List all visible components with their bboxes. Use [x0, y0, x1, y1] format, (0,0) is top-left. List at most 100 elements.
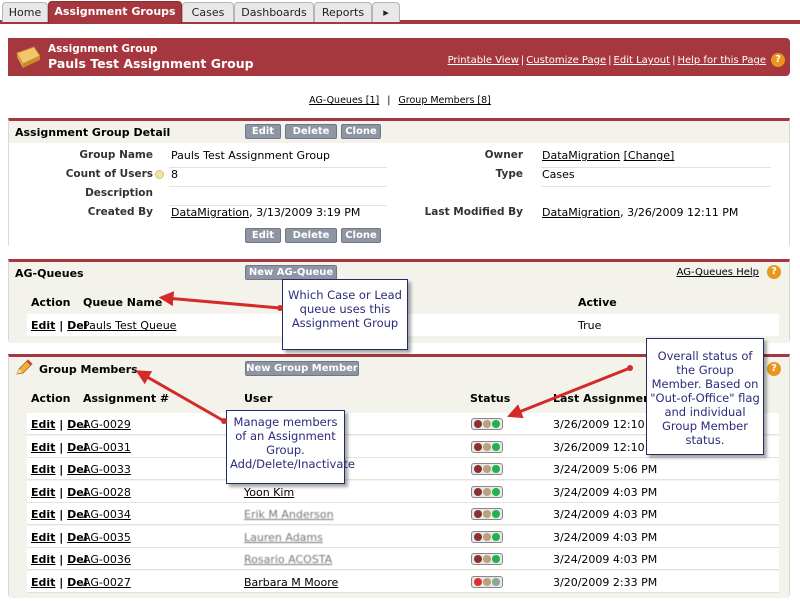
callout-queue: Which Case or Lead queue uses this Assig… [282, 279, 408, 350]
action-separator: | [59, 508, 64, 521]
status-light-red [474, 487, 482, 496]
member-user-link[interactable]: Erik M Anderson [244, 508, 334, 521]
ag-queues-help-link[interactable]: AG-Queues Help [677, 267, 759, 278]
member-user-link[interactable]: Lauren Adams [244, 531, 323, 544]
assignment-id-link[interactable]: AG-0035 [83, 531, 131, 544]
status-light-amber [483, 577, 491, 586]
status-light-green [492, 555, 500, 563]
edit-member-link[interactable]: Edit [31, 441, 55, 454]
status-indicator [471, 463, 503, 475]
last-assignment-value: 3/24/2009 4:03 PM [553, 485, 658, 499]
callout-members: Manage members of an Assignment Group. A… [226, 410, 355, 484]
tab-dashboards[interactable]: Dashboards [234, 2, 314, 22]
status-light-red [474, 510, 482, 518]
action-separator: | [59, 463, 64, 476]
ag-queues-link[interactable]: AG-Queues [1] [309, 95, 379, 106]
assignment-id-link[interactable]: AG-0031 [83, 441, 131, 454]
status-indicator [471, 575, 503, 588]
assignment-id-link[interactable]: AG-0028 [83, 486, 131, 499]
status-light-red [474, 555, 482, 563]
owner-label: Owner [484, 149, 523, 161]
new-group-member-button[interactable]: New Group Member [245, 361, 359, 376]
created-date: , 3/13/2009 3:19 PM [249, 206, 361, 219]
new-ag-queue-button[interactable]: New AG-Queue [245, 265, 337, 280]
group-name-value: Pauls Test Assignment Group [171, 149, 331, 162]
edit-member-link[interactable]: Edit [31, 531, 55, 544]
group-name-row: Group Name Pauls Test Assignment Group O… [9, 149, 789, 168]
edit-member-link[interactable]: Edit [31, 508, 55, 521]
edit-member-link[interactable]: Edit [31, 418, 55, 431]
action-separator: | [59, 553, 64, 566]
group-name-label: Group Name [79, 149, 153, 161]
page-header: Assignment Group Pauls Test Assignment G… [8, 38, 790, 76]
queue-name-link[interactable]: Pauls Test Queue [83, 319, 176, 332]
assignment-id-link[interactable]: AG-0027 [83, 576, 131, 589]
action-separator: | [59, 418, 64, 431]
count-row: Count of Users 8 Type Cases [9, 168, 789, 187]
nav-separator: | [387, 95, 391, 106]
edit-member-link[interactable]: Edit [31, 576, 55, 589]
status-indicator [471, 485, 503, 498]
created-by-label: Created By [87, 206, 153, 218]
tab-home[interactable]: Home [2, 2, 48, 22]
description-label: Description [85, 187, 153, 199]
assignment-id-link[interactable]: AG-0029 [83, 418, 131, 431]
status-light-red [474, 420, 482, 428]
object-type-label: Assignment Group [48, 43, 158, 55]
status-indicator [471, 418, 503, 430]
owner-change-link[interactable]: [Change] [624, 149, 675, 162]
owner-link[interactable]: DataMigration [542, 149, 620, 162]
last-modified-link[interactable]: DataMigration [542, 206, 620, 219]
edit-queue-link[interactable]: Edit [31, 319, 55, 332]
edit-member-link[interactable]: Edit [31, 486, 55, 499]
col-action: Action [31, 392, 71, 405]
status-light-green [492, 465, 500, 473]
clone-button[interactable]: Clone [341, 124, 381, 139]
status-light-green [492, 487, 500, 496]
count-value: 8 [171, 168, 178, 181]
created-by-link[interactable]: DataMigration [171, 206, 249, 219]
assignment-id-link[interactable]: AG-0033 [83, 463, 131, 476]
status-light-amber [483, 555, 491, 563]
last-assignment-value: 3/24/2009 5:06 PM [553, 463, 658, 476]
edit-button[interactable]: Edit [245, 124, 281, 139]
last-assignment-value: 3/20/2009 2:33 PM [553, 575, 658, 589]
table-row: Edit | Del AG-0028 Yoon Kim 3/24/2009 4:03 … [27, 480, 779, 503]
assignment-id-link[interactable]: AG-0036 [83, 553, 131, 566]
last-assignment-value: 3/24/2009 4:03 PM [553, 530, 658, 544]
edit-member-link[interactable]: Edit [31, 553, 55, 566]
help-icon[interactable]: ? [771, 53, 785, 67]
callout-status: Overall status of the Group Member. Base… [646, 338, 764, 455]
help-icon[interactable]: ? [767, 265, 781, 279]
delete-button-bottom[interactable]: Delete [285, 228, 337, 243]
status-light-amber [483, 442, 491, 451]
action-separator: | [59, 575, 64, 589]
member-user-link[interactable]: Rosario ACOSTA [244, 553, 332, 566]
queue-active-value: True [578, 319, 602, 332]
printable-view-link[interactable]: Printable View [448, 55, 519, 66]
related-list-nav: AG-Queues [1] | Group Members [8] [0, 95, 800, 106]
table-row: Edit | Del AG-0027 Barbara M Moore 3/20/200… [27, 570, 779, 593]
status-light-amber [483, 487, 491, 496]
detail-panel: Assignment Group Detail Edit Delete Clon… [8, 118, 790, 248]
clone-button-bottom[interactable]: Clone [341, 228, 381, 243]
group-members-link[interactable]: Group Members [8] [398, 95, 490, 106]
customize-page-link[interactable]: Customize Page [526, 55, 606, 66]
help-icon[interactable]: ? [767, 362, 781, 376]
member-user-link[interactable]: Barbara M Moore [244, 576, 338, 589]
member-user-link[interactable]: Yoon Kim [244, 486, 294, 499]
status-light-green [492, 532, 500, 541]
edit-member-link[interactable]: Edit [31, 463, 55, 476]
delete-button[interactable]: Delete [285, 124, 337, 139]
tab-bar: Home Assignment Groups Cases Dashboards … [0, 0, 800, 24]
assignment-id-link[interactable]: AG-0034 [83, 508, 131, 521]
status-light-red [474, 532, 482, 541]
edit-button-bottom[interactable]: Edit [245, 228, 281, 243]
tab-reports[interactable]: Reports [314, 2, 372, 22]
tab-more-arrow[interactable]: ▸ [372, 2, 400, 22]
help-page-link[interactable]: Help for this Page [677, 55, 766, 66]
col-last-assignment: Last Assignment [553, 392, 657, 405]
edit-layout-link[interactable]: Edit Layout [614, 55, 671, 66]
tab-cases[interactable]: Cases [182, 2, 234, 22]
tab-assignment-groups[interactable]: Assignment Groups [48, 1, 182, 24]
